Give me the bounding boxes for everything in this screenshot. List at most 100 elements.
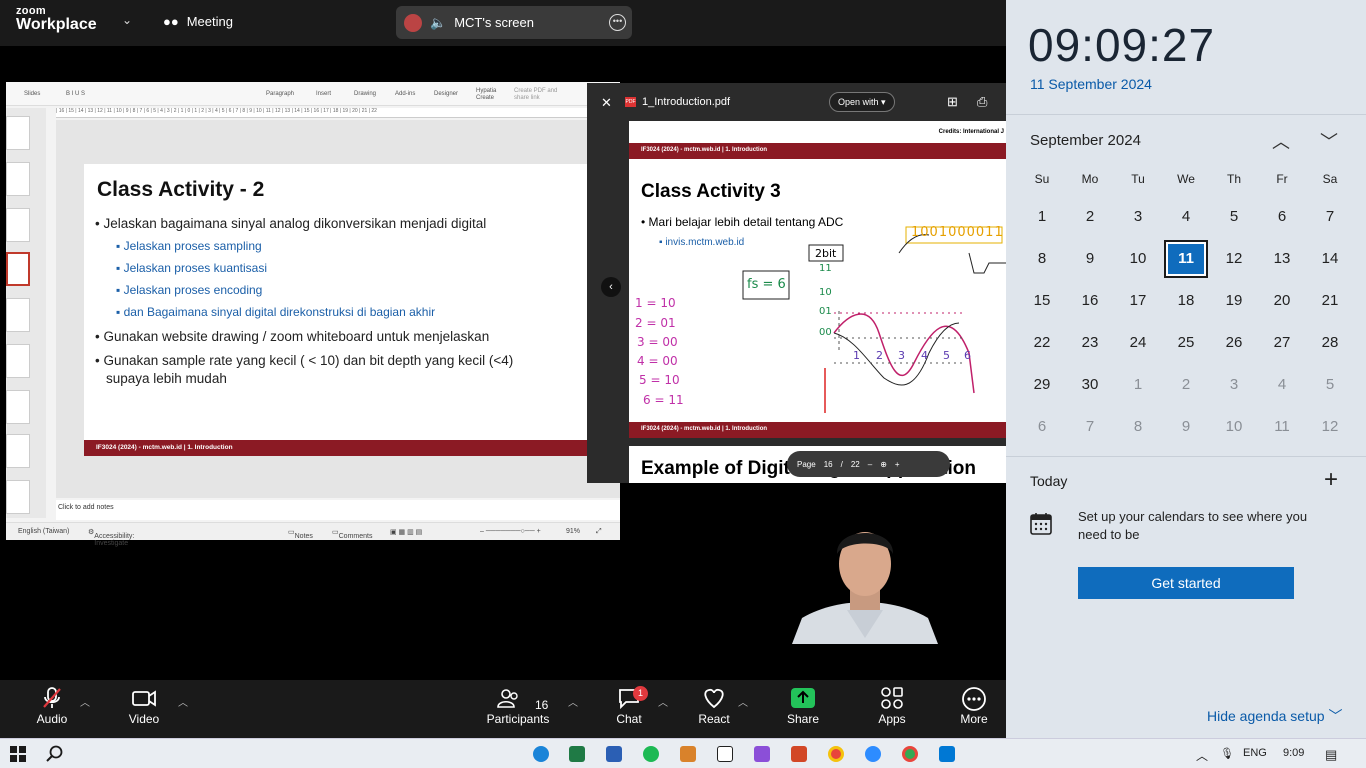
participants-options-caret[interactable]: ︿ (568, 694, 578, 709)
calendar-day[interactable]: 12 (1210, 238, 1258, 280)
input-language[interactable]: ENG (1243, 747, 1267, 759)
share-button[interactable]: Share (763, 686, 843, 726)
slide-thumbnail[interactable] (6, 344, 30, 378)
calendar-day-next-month[interactable]: 3 (1210, 364, 1258, 406)
ribbon-drawing[interactable]: Drawing (354, 91, 376, 97)
calendar-day[interactable]: 28 (1306, 322, 1354, 364)
obsidian-icon[interactable] (754, 746, 770, 762)
word-icon[interactable] (606, 746, 622, 762)
calendar-day-next-month[interactable]: 1 (1114, 364, 1162, 406)
calendar-day-next-month[interactable]: 9 (1162, 406, 1210, 448)
calendar-day[interactable]: 9 (1066, 238, 1114, 280)
calendar-day[interactable]: 29 (1018, 364, 1066, 406)
calendar-day[interactable]: 4 (1162, 196, 1210, 238)
ribbon-insert[interactable]: Insert (316, 91, 331, 97)
video-options-caret[interactable]: ︿ (178, 694, 188, 709)
zoom-app-icon[interactable] (865, 746, 881, 762)
calendar-day[interactable]: 8 (1018, 238, 1066, 280)
calendar-day[interactable]: 21 (1306, 280, 1354, 322)
calendar-day[interactable]: 7 (1306, 196, 1354, 238)
calendar-day[interactable]: 25 (1162, 322, 1210, 364)
slide-thumbnail-selected[interactable] (6, 252, 30, 286)
slide-thumbnail[interactable] (6, 116, 30, 150)
notification-icon[interactable]: ▤ (1325, 747, 1337, 763)
zoom-in-icon[interactable]: + (895, 460, 900, 469)
calendar-day[interactable]: 2 (1066, 196, 1114, 238)
calendar-day[interactable]: 15 (1018, 280, 1066, 322)
calendar-day-next-month[interactable]: 12 (1306, 406, 1354, 448)
month-title[interactable]: September 2024 (1030, 132, 1141, 149)
print-icon[interactable]: ⎙ (977, 94, 987, 110)
close-icon[interactable]: ✕ (601, 95, 612, 111)
calendar-day[interactable]: 17 (1114, 280, 1162, 322)
ribbon-create-pdf[interactable]: Create PDF and share link (514, 88, 562, 102)
status-language[interactable]: English (Taiwan) (18, 528, 69, 535)
calendar-day[interactable]: 1 (1018, 196, 1066, 238)
notes-toggle[interactable]: ▭ Notes (288, 528, 313, 540)
calendar-day[interactable]: 27 (1258, 322, 1306, 364)
search-icon[interactable] (46, 745, 64, 768)
spotify-icon[interactable] (643, 746, 659, 762)
taskbar-clock[interactable]: 9:09 (1283, 747, 1304, 759)
ribbon-addins[interactable]: Add-ins (395, 91, 415, 97)
sublime-icon[interactable] (680, 746, 696, 762)
calendar-day-next-month[interactable]: 10 (1210, 406, 1258, 448)
calendar-day[interactable]: 24 (1114, 322, 1162, 364)
comments-toggle[interactable]: ▭ Comments (332, 528, 372, 540)
chat-button[interactable]: 1 Chat (589, 686, 669, 726)
powerpoint-icon[interactable] (791, 746, 807, 762)
more-button[interactable]: More (934, 686, 1014, 726)
calendar-day[interactable]: 6 (1258, 196, 1306, 238)
calendar-day[interactable]: 5 (1210, 196, 1258, 238)
add-event-icon[interactable]: + (1324, 466, 1338, 494)
calendar-day[interactable]: 16 (1066, 280, 1114, 322)
view-buttons[interactable]: ▣ ▦ ▥ ▤ (390, 528, 422, 536)
hide-agenda-button[interactable]: Hide agenda setup ﹀ (1207, 706, 1342, 726)
slide-thumbnail[interactable] (6, 480, 30, 514)
calendar-day-today[interactable]: 11 (1164, 240, 1208, 278)
microphone-icon[interactable]: 🎙 (1220, 747, 1234, 760)
add-icon[interactable]: ⊞ (947, 94, 958, 110)
more-options-icon[interactable]: ••• (609, 14, 626, 31)
zoom-out-icon[interactable]: – (868, 460, 872, 469)
calendar-day-next-month[interactable]: 6 (1018, 406, 1066, 448)
calendar-day[interactable]: 19 (1210, 280, 1258, 322)
slide-thumbnail[interactable] (6, 390, 30, 424)
calendar-day[interactable]: 20 (1258, 280, 1306, 322)
zoom-percent[interactable]: 91% (566, 528, 580, 535)
fit-slide-icon[interactable]: ⤢ (596, 528, 602, 536)
slide-thumbnail[interactable] (6, 434, 30, 468)
chrome-profile-icon[interactable] (902, 746, 918, 762)
calendar-day-next-month[interactable]: 8 (1114, 406, 1162, 448)
accessibility-status[interactable]: ⚙ Accessibility: Investigate (88, 528, 134, 547)
ribbon-designer[interactable]: Designer (434, 91, 458, 97)
tray-overflow-icon[interactable]: ︿ (1196, 747, 1208, 764)
format-buttons[interactable]: B I U S (66, 91, 85, 97)
zoom-slider[interactable]: – ───────○── + (480, 528, 541, 535)
chevron-left-icon[interactable]: ‹ (601, 277, 621, 297)
calendar-day[interactable]: 26 (1210, 322, 1258, 364)
calendar-day[interactable]: 30 (1066, 364, 1114, 406)
edge-icon[interactable] (533, 746, 549, 762)
video-button[interactable]: Video (104, 686, 184, 726)
audio-options-caret[interactable]: ︿ (80, 694, 90, 709)
calendar-day-next-month[interactable]: 2 (1162, 364, 1210, 406)
excel-icon[interactable] (569, 746, 585, 762)
calendar-day-next-month[interactable]: 7 (1066, 406, 1114, 448)
calendar-day[interactable]: 22 (1018, 322, 1066, 364)
chevron-up-icon[interactable]: ︿ (1272, 128, 1290, 154)
ribbon-slides[interactable]: Slides (24, 91, 40, 97)
slide-thumbnail[interactable] (6, 298, 30, 332)
calendar-day-next-month[interactable]: 11 (1258, 406, 1306, 448)
calendar-day[interactable]: 10 (1114, 238, 1162, 280)
windows-start-icon[interactable] (10, 746, 26, 767)
chat-options-caret[interactable]: ︿ (658, 694, 668, 709)
zoom-fit-icon[interactable]: ⊕ (880, 460, 887, 469)
participants-button[interactable]: 16 Participants (478, 686, 558, 726)
calendar-day[interactable]: 14 (1306, 238, 1354, 280)
meeting-info-button[interactable]: ●● Meeting (163, 14, 233, 29)
calendar-day-next-month[interactable]: 4 (1258, 364, 1306, 406)
calendar-day[interactable]: 23 (1066, 322, 1114, 364)
ribbon-paragraph[interactable]: Paragraph (266, 91, 294, 97)
get-started-button[interactable]: Get started (1078, 567, 1294, 599)
